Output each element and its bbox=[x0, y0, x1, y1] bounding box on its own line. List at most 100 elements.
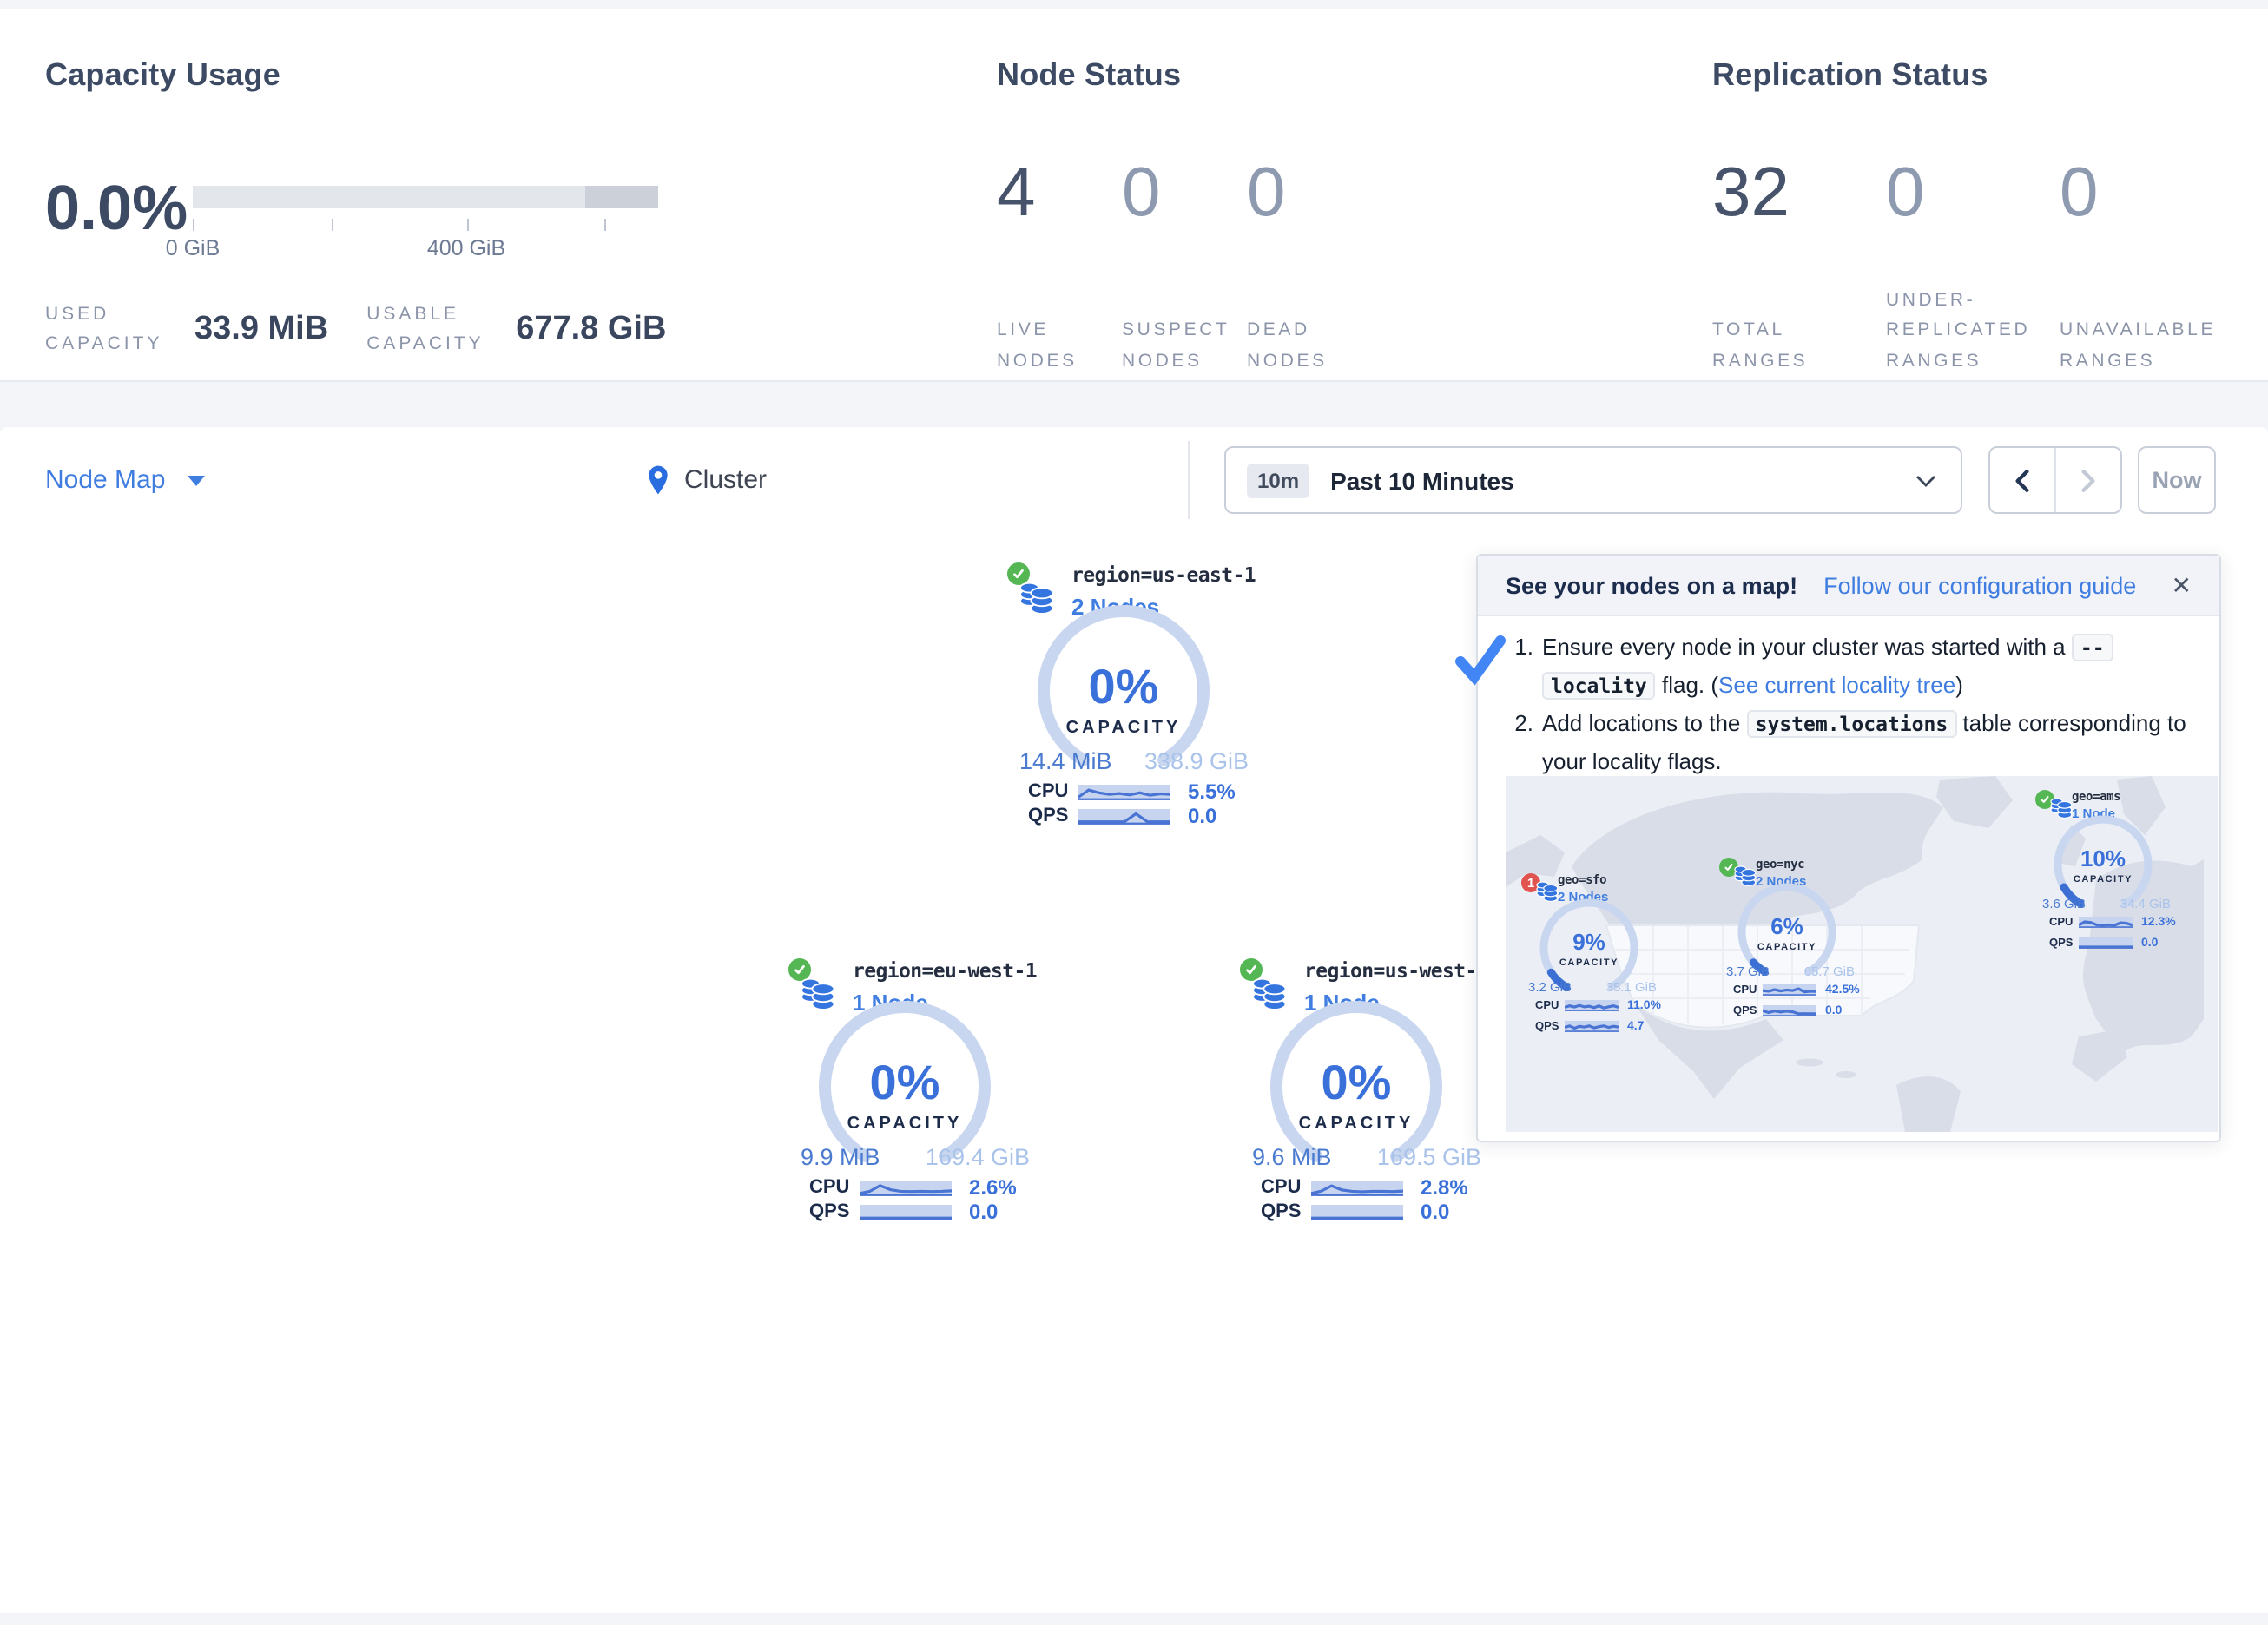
cpu-value: 2.8% bbox=[1421, 1175, 1468, 1200]
qps-row: QPS 0.0 bbox=[1733, 1005, 1842, 1017]
qps-label: QPS bbox=[2049, 938, 2079, 950]
time-range-dropdown[interactable]: 10m Past 10 Minutes bbox=[1224, 446, 1962, 514]
breadcrumb-label: Cluster bbox=[684, 465, 767, 495]
guide-title: See your nodes on a map! bbox=[1506, 572, 1797, 598]
gauge-caption: CAPACITY bbox=[1269, 1115, 1443, 1134]
cpu-row: CPU 11.0% bbox=[1535, 1000, 1661, 1012]
cpu-value: 11.0% bbox=[1627, 1000, 1661, 1012]
cpu-label: CPU bbox=[2049, 917, 2079, 929]
chevron-right-icon bbox=[2080, 468, 2096, 492]
qps-sparkline bbox=[1763, 1006, 1816, 1017]
used-value: 9.6 MiB bbox=[1252, 1144, 1332, 1170]
cpu-label: CPU bbox=[1028, 781, 1078, 802]
replication-status-title: Replication Status bbox=[1712, 57, 1988, 94]
usable-value: 65.7 GiB bbox=[1804, 964, 1855, 979]
gauge-percent: 0% bbox=[1037, 660, 1210, 715]
gauge-percent: 9% bbox=[1537, 929, 1641, 955]
suspect-nodes-label: SUSPECT NODES bbox=[1122, 317, 1247, 377]
gauge-caption: CAPACITY bbox=[2051, 875, 2155, 885]
qps-sparkline bbox=[1311, 1204, 1403, 1220]
region-card-eu-west-1[interactable]: region=eu-west-1 1 Node 0% CAPACITY 9.9 … bbox=[766, 948, 1044, 1234]
cluster-summary-bar: Capacity Usage 0.0% 0 GiB 400 GiB USED C… bbox=[0, 9, 2268, 382]
gauge-percent: 6% bbox=[1735, 913, 1839, 939]
capacity-values: 14.4 MiB 338.9 GiB bbox=[1019, 748, 1249, 774]
gauge-caption: CAPACITY bbox=[1537, 958, 1641, 969]
qps-row: QPS 0.0 bbox=[1261, 1200, 1449, 1224]
capacity-usage-title: Capacity Usage bbox=[45, 57, 280, 94]
qps-sparkline bbox=[1565, 1022, 1619, 1033]
now-button[interactable]: Now bbox=[2138, 446, 2216, 514]
qps-row: QPS 0.0 bbox=[809, 1200, 998, 1224]
close-icon[interactable]: ✕ bbox=[2172, 570, 2192, 600]
map-node-geo-ams: geo=ams 1 Node 10% CAPACITY 3.6 GiB 34.4 bbox=[2035, 790, 2174, 964]
capacity-used-percent: 0.0% bbox=[45, 172, 188, 245]
cpu-label: CPU bbox=[1733, 984, 1763, 997]
usable-capacity-value: 677.8 GiB bbox=[516, 312, 666, 350]
used-value: 3.2 GiB bbox=[1528, 979, 1572, 995]
cpu-label: CPU bbox=[1261, 1177, 1311, 1198]
guide-header: See your nodes on a map! Follow our conf… bbox=[1478, 556, 2219, 616]
time-range-badge: 10m bbox=[1247, 463, 1309, 497]
used-value: 14.4 MiB bbox=[1019, 748, 1112, 774]
replication-labels: TOTAL RANGES UNDER-REPLICATED RANGES UNA… bbox=[1712, 286, 2233, 377]
time-pager bbox=[1988, 446, 2122, 514]
used-value: 9.9 MiB bbox=[801, 1144, 880, 1170]
chevron-down-icon bbox=[1915, 473, 1936, 487]
region-card-us-west-1[interactable]: region=us-west-1 1 Node 0% CAPACITY 9.6 … bbox=[1217, 948, 1495, 1234]
node-status-title: Node Status bbox=[997, 57, 1181, 94]
used-value: 3.7 GiB bbox=[1726, 964, 1770, 979]
page-footer-gap bbox=[0, 1613, 2268, 1625]
code-chip: locality bbox=[1542, 672, 1656, 700]
locality-tree-link[interactable]: See current locality tree bbox=[1718, 672, 1955, 698]
cpu-row: CPU 12.3% bbox=[2049, 917, 2176, 929]
live-nodes-label: LIVE NODES bbox=[997, 317, 1122, 377]
node-map-canvas: region=us-east-1 2 Nodes 0% CAPACITY 14.… bbox=[0, 533, 2268, 1613]
dead-nodes-value: 0 bbox=[1247, 155, 1372, 231]
region-card-us-east-1[interactable]: region=us-east-1 2 Nodes 0% CAPACITY 14.… bbox=[985, 552, 1263, 839]
view-mode-dropdown[interactable]: Node Map bbox=[45, 427, 205, 533]
axis-tick bbox=[603, 219, 605, 231]
qps-value: 0.0 bbox=[969, 1200, 998, 1224]
chevron-down-icon bbox=[188, 475, 205, 485]
location-pin-icon bbox=[644, 463, 672, 497]
qps-value: 4.7 bbox=[1627, 1021, 1644, 1033]
step-text: your locality flags. bbox=[1542, 748, 1722, 774]
usable-value: 35.1 GiB bbox=[1606, 979, 1657, 995]
gauge-caption: CAPACITY bbox=[818, 1115, 992, 1134]
capacity-bar bbox=[193, 186, 658, 208]
configuration-guide-link[interactable]: Follow our configuration guide bbox=[1823, 572, 2136, 598]
axis-tick bbox=[193, 219, 194, 231]
breadcrumb[interactable]: Cluster bbox=[644, 427, 767, 533]
node-status-labels: LIVE NODES SUSPECT NODES DEAD NODES bbox=[997, 317, 1372, 377]
region-locality-label: region=eu-west-1 bbox=[853, 958, 1037, 983]
node-map-guide-popup: See your nodes on a map! Follow our conf… bbox=[1476, 554, 2221, 1142]
mini-locality-label: geo=nyc bbox=[1756, 858, 1806, 872]
cpu-value: 42.5% bbox=[1825, 984, 1860, 997]
cpu-sparkline bbox=[1565, 1001, 1619, 1012]
under-replicated-value: 0 bbox=[1886, 155, 2060, 231]
capacity-values: 3.2 GiB 35.1 GiB bbox=[1528, 979, 1657, 995]
gauge-percent: 10% bbox=[2051, 845, 2155, 872]
toolbar-divider bbox=[1188, 441, 1190, 519]
step-text: table corresponding to bbox=[1956, 710, 2186, 736]
capacity-usage-section: Capacity Usage 0.0% 0 GiB 400 GiB USED C… bbox=[45, 9, 792, 380]
qps-label: QPS bbox=[809, 1201, 860, 1222]
cpu-label: CPU bbox=[1535, 1000, 1565, 1012]
time-back-button[interactable] bbox=[1990, 448, 2054, 512]
unavailable-label: UNAVAILABLE RANGES bbox=[2060, 317, 2233, 377]
qps-sparkline bbox=[860, 1204, 952, 1220]
time-forward-button[interactable] bbox=[2054, 448, 2120, 512]
usable-value: 338.9 GiB bbox=[1144, 748, 1249, 774]
chevron-left-icon bbox=[2014, 468, 2030, 492]
cpu-row: CPU 5.5% bbox=[1028, 780, 1236, 804]
cluster-overview-page: Capacity Usage 0.0% 0 GiB 400 GiB USED C… bbox=[0, 0, 2268, 1625]
used-capacity-metric: USED CAPACITY 33.9 MiB bbox=[45, 300, 328, 360]
used-capacity-value: 33.9 MiB bbox=[194, 312, 328, 350]
cpu-value: 12.3% bbox=[2141, 917, 2176, 929]
suspect-nodes-value: 0 bbox=[1122, 155, 1247, 231]
cpu-value: 5.5% bbox=[1188, 780, 1236, 804]
step-number: 1. bbox=[1509, 628, 1533, 667]
gauge-percent: 0% bbox=[818, 1056, 992, 1111]
map-node-geo-nyc: geo=nyc 2 Nodes 6% CAPACITY 3.7 GiB 65.7 bbox=[1719, 858, 1858, 1031]
gauge-percent: 0% bbox=[1269, 1056, 1443, 1111]
